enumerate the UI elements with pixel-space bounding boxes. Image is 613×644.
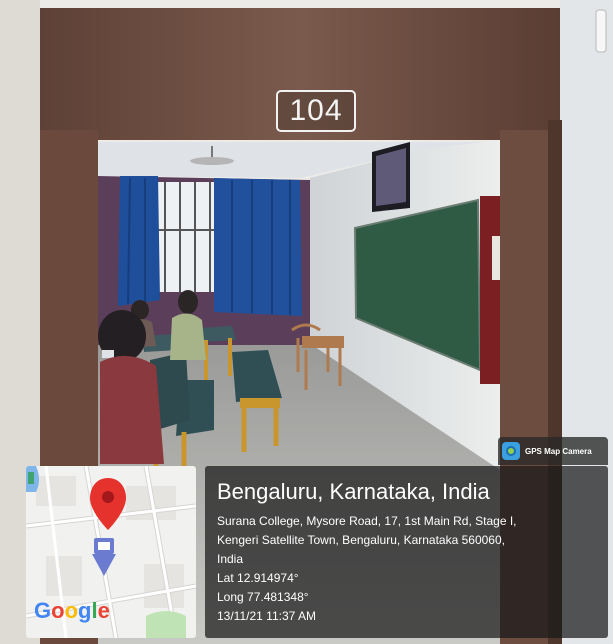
datetime-stamp: 13/11/21 11:37 AM [217,609,316,623]
latitude: Lat 12.914974° [217,571,299,585]
address-line-3: India [217,552,244,566]
location-title: Bengaluru, Karnataka, India [217,479,490,504]
room-number-plate: 104 [276,90,356,132]
google-logo: Google [34,598,110,623]
address-line-2: Kengeri Satellite Town, Bengaluru, Karna… [217,533,505,547]
longitude: Long 77.481348° [217,590,309,604]
room-number: 104 [289,94,343,127]
gps-map-camera-badge: GPS Map Camera [498,437,608,465]
badge-label: GPS Map Camera [525,446,592,456]
location-pin-icon [90,478,126,530]
address-line-1: Surana College, Mysore Road, 17, 1st Mai… [217,514,517,528]
location-info-panel: Bengaluru, Karnataka, India Surana Colle… [205,466,608,638]
location-map-thumbnail: Google [26,466,196,638]
gps-map-camera-icon [502,442,520,460]
